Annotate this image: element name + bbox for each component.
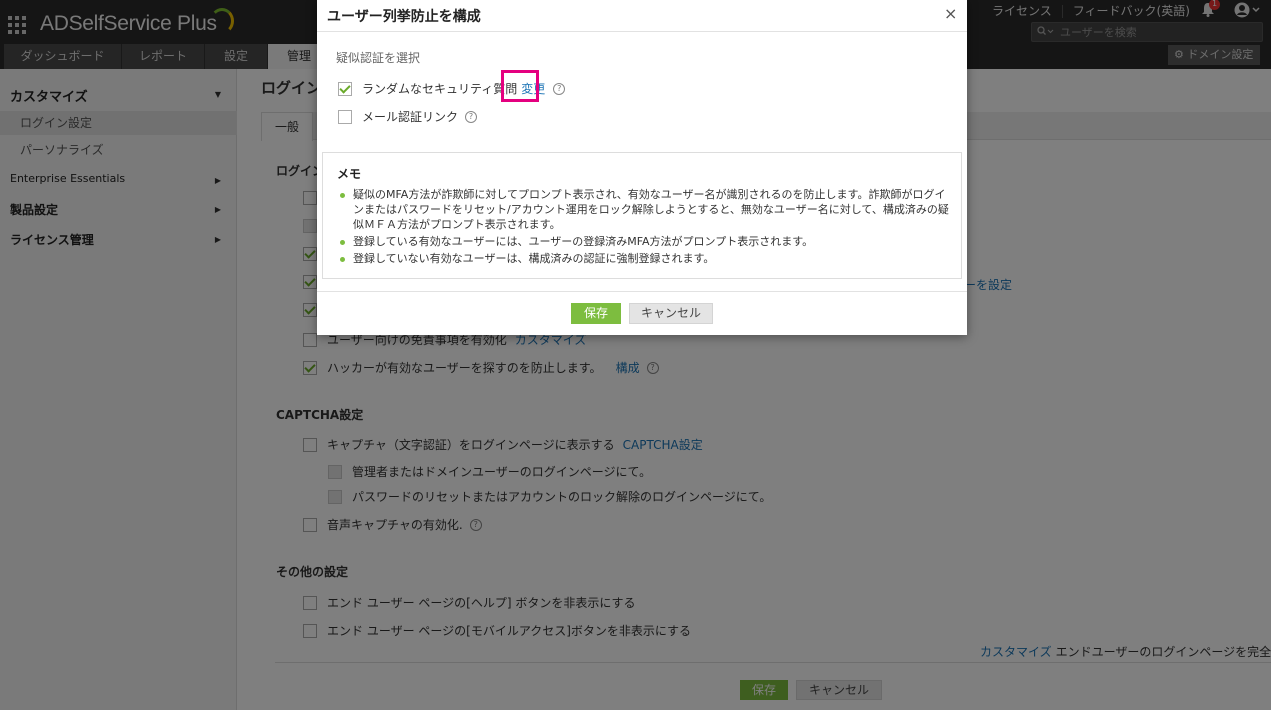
close-icon[interactable]: × — [944, 4, 957, 23]
help-icon[interactable]: ? — [553, 82, 566, 95]
highlight-box — [501, 70, 539, 102]
memo-list: 疑似のMFA方法が詐欺師に対してプロンプト表示され、有効なユーザー名が識別される… — [339, 187, 953, 268]
memo-item: 登録している有効なユーザーには、ユーザーの登録済みMFA方法がプロンプト表示され… — [339, 234, 953, 249]
help-icon[interactable]: ? — [465, 110, 478, 123]
security-question-label: ランダムなセキュリティ質問 — [362, 82, 518, 96]
user-enumeration-dialog: ユーザー列挙防止を構成 × 疑似認証を選択 ランダムなセキュリティ質問 変更 ?… — [317, 0, 967, 335]
memo-item: 疑似のMFA方法が詐欺師に対してプロンプト表示され、有効なユーザー名が識別される… — [339, 187, 953, 232]
email-link-checkbox[interactable] — [338, 109, 352, 124]
divider — [317, 31, 967, 32]
memo-item: 登録していない有効なユーザーは、構成済みの認証に強制登録されます。 — [339, 251, 953, 266]
memo-title: メモ — [337, 167, 362, 181]
dialog-save-button[interactable]: 保存 — [571, 303, 621, 324]
dialog-cancel-button[interactable]: キャンセル — [629, 303, 713, 324]
divider — [317, 291, 967, 292]
email-link-label: メール認証リンク — [362, 110, 459, 124]
security-question-checkbox[interactable] — [338, 81, 352, 96]
dialog-title: ユーザー列挙防止を構成 — [327, 9, 481, 25]
email-link-row: メール認証リンク ? — [338, 108, 478, 125]
pseudo-auth-label: 疑似認証を選択 — [336, 51, 421, 65]
memo-box: メモ 疑似のMFA方法が詐欺師に対してプロンプト表示され、有効なユーザー名が識別… — [322, 152, 962, 279]
